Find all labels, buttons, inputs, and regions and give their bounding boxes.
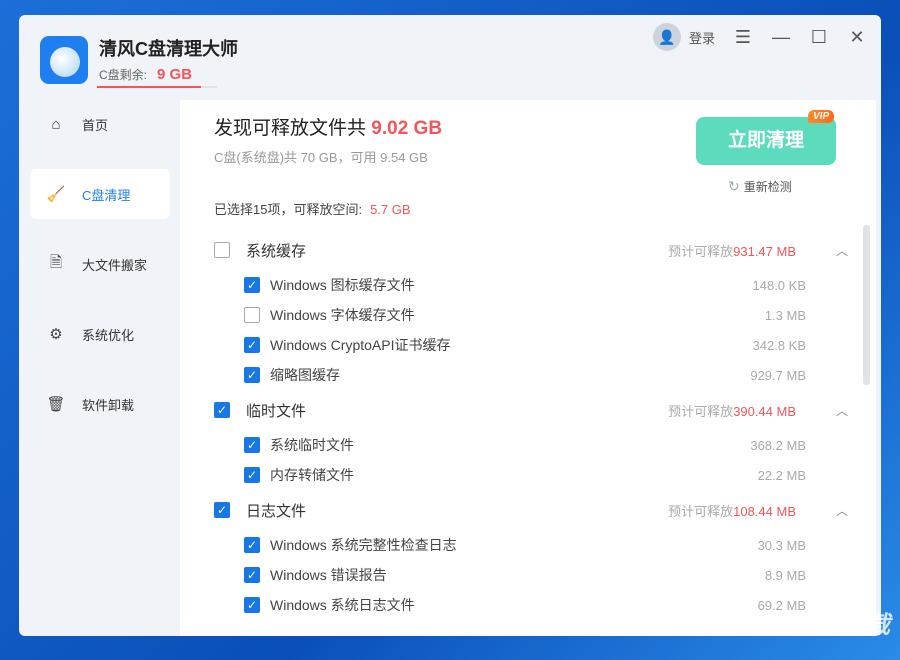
item-size: 929.7 MB bbox=[750, 367, 806, 383]
list-item[interactable]: ✓ Windows 系统日志文件 69.2 MB bbox=[214, 590, 854, 620]
group-row[interactable]: 系统缓存 预计可释放931.47 MB ︿ bbox=[214, 230, 854, 270]
disk-usage-bar bbox=[97, 86, 217, 88]
close-icon[interactable]: ✕ bbox=[847, 27, 867, 48]
checkbox[interactable]: ✓ bbox=[244, 537, 260, 553]
list-item[interactable]: ✓ Windows CryptoAPI证书缓存 342.8 KB bbox=[214, 330, 854, 360]
scrollbar[interactable] bbox=[863, 225, 870, 385]
checkbox[interactable]: ✓ bbox=[244, 567, 260, 583]
sidebar-item[interactable]: ⌂ 首页 bbox=[30, 99, 170, 149]
item-size: 368.2 MB bbox=[750, 437, 806, 453]
item-size: 1.3 MB bbox=[764, 307, 806, 323]
disk-free: C盘剩余: 9 GB bbox=[99, 66, 192, 83]
item-size: 148.0 KB bbox=[752, 277, 807, 293]
disk-free-label: C盘剩余: bbox=[99, 68, 148, 82]
checkbox[interactable]: ✓ bbox=[244, 277, 260, 293]
checkbox[interactable]: ✓ bbox=[244, 367, 260, 383]
file-icon: 🗎 bbox=[49, 253, 63, 271]
minimize-icon[interactable]: — bbox=[771, 27, 791, 48]
broom-icon: 🧹 bbox=[46, 186, 66, 203]
trash-icon: 🗑 bbox=[46, 396, 66, 413]
sidebar-item[interactable]: 🗑 软件卸载 bbox=[30, 379, 170, 429]
checkbox[interactable] bbox=[244, 307, 260, 323]
clean-list: 系统缓存 预计可释放931.47 MB ︿ ✓ Windows 图标缓存文件 148.0 … bbox=[214, 230, 854, 620]
checkbox[interactable] bbox=[214, 242, 230, 258]
list-item[interactable]: ✓ Windows 图标缓存文件 148.0 KB bbox=[214, 270, 854, 300]
rescan-button[interactable]: ↻ 重新检测 bbox=[728, 178, 792, 195]
checkbox[interactable]: ✓ bbox=[244, 437, 260, 453]
list-item[interactable]: Windows 字体缓存文件 1.3 MB bbox=[214, 300, 854, 330]
menu-icon[interactable]: ☰ bbox=[733, 27, 753, 48]
item-size: 30.3 MB bbox=[757, 537, 806, 553]
checkbox[interactable]: ✓ bbox=[214, 402, 230, 418]
sidebar-item[interactable]: 🗎 大文件搬家 bbox=[30, 239, 170, 289]
app-window: 清风C盘清理大师 C盘剩余: 9 GB 👤 登录 ☰ — ☐ ✕ ⌂ 首页 🧹 C盘清理… bbox=[19, 15, 881, 636]
estimated-size: 预计可释放108.44 MB bbox=[668, 503, 796, 519]
estimated-size: 预计可释放390.44 MB bbox=[668, 403, 796, 419]
chevron-up-icon[interactable]: ︿ bbox=[836, 242, 848, 259]
item-size: 342.8 KB bbox=[752, 337, 807, 353]
sidebar-item[interactable]: ⚙ 系统优化 bbox=[30, 309, 170, 359]
disk-free-value: 9 GB bbox=[157, 66, 193, 83]
item-size: 8.9 MB bbox=[764, 567, 806, 583]
checkbox[interactable]: ✓ bbox=[244, 597, 260, 613]
group-row[interactable]: ✓ 日志文件 预计可释放108.44 MB ︿ bbox=[214, 490, 854, 530]
sidebar: ⌂ 首页 🧹 C盘清理 🗎 大文件搬家 ⚙ 系统优化 🗑 软件卸载 bbox=[30, 99, 170, 449]
gear-icon: ⚙ bbox=[49, 326, 63, 343]
maximize-icon[interactable]: ☐ bbox=[809, 27, 829, 48]
sidebar-item[interactable]: 🧹 C盘清理 bbox=[30, 169, 170, 219]
list-item[interactable]: ✓ 内存转储文件 22.2 MB bbox=[214, 460, 854, 490]
home-icon: ⌂ bbox=[51, 115, 61, 133]
avatar-icon[interactable]: 👤 bbox=[652, 23, 681, 51]
checkbox[interactable]: ✓ bbox=[244, 467, 260, 483]
chevron-up-icon[interactable]: ︿ bbox=[836, 402, 848, 419]
item-size: 69.2 MB bbox=[757, 597, 806, 613]
chevron-up-icon[interactable]: ︿ bbox=[836, 502, 848, 519]
list-item[interactable]: ✓ Windows 系统完整性检查日志 30.3 MB bbox=[214, 530, 854, 560]
clean-now-button[interactable]: 立即清理 bbox=[696, 117, 836, 165]
vip-badge: VIP bbox=[808, 110, 835, 123]
page-title: 发现可释放文件共 9.02 GB bbox=[214, 118, 443, 139]
watermark: KK下载 bbox=[807, 612, 890, 639]
item-size: 22.2 MB bbox=[757, 467, 806, 483]
login-link[interactable]: 登录 bbox=[689, 28, 715, 47]
app-title: 清风C盘清理大师 bbox=[99, 39, 238, 59]
estimated-size: 预计可释放931.47 MB bbox=[668, 243, 796, 259]
list-item[interactable]: ✓ Windows 错误报告 8.9 MB bbox=[214, 560, 854, 590]
group-row[interactable]: ✓ 临时文件 预计可释放390.44 MB ︿ bbox=[214, 390, 854, 430]
app-logo bbox=[40, 36, 88, 84]
list-item[interactable]: ✓ 系统临时文件 368.2 MB bbox=[214, 430, 854, 460]
main-panel: 发现可释放文件共 9.02 GB C盘(系统盘)共 70 GB，可用 9.54 … bbox=[180, 100, 876, 636]
list-item[interactable]: ✓ 缩略图缓存 929.7 MB bbox=[214, 360, 854, 390]
refresh-icon: ↻ bbox=[728, 178, 740, 194]
disk-info: C盘(系统盘)共 70 GB，可用 9.54 GB bbox=[214, 150, 428, 165]
checkbox[interactable]: ✓ bbox=[214, 502, 230, 518]
selection-summary: 已选择15项，可释放空间: 5.7 GB bbox=[214, 202, 411, 217]
checkbox[interactable]: ✓ bbox=[244, 337, 260, 353]
